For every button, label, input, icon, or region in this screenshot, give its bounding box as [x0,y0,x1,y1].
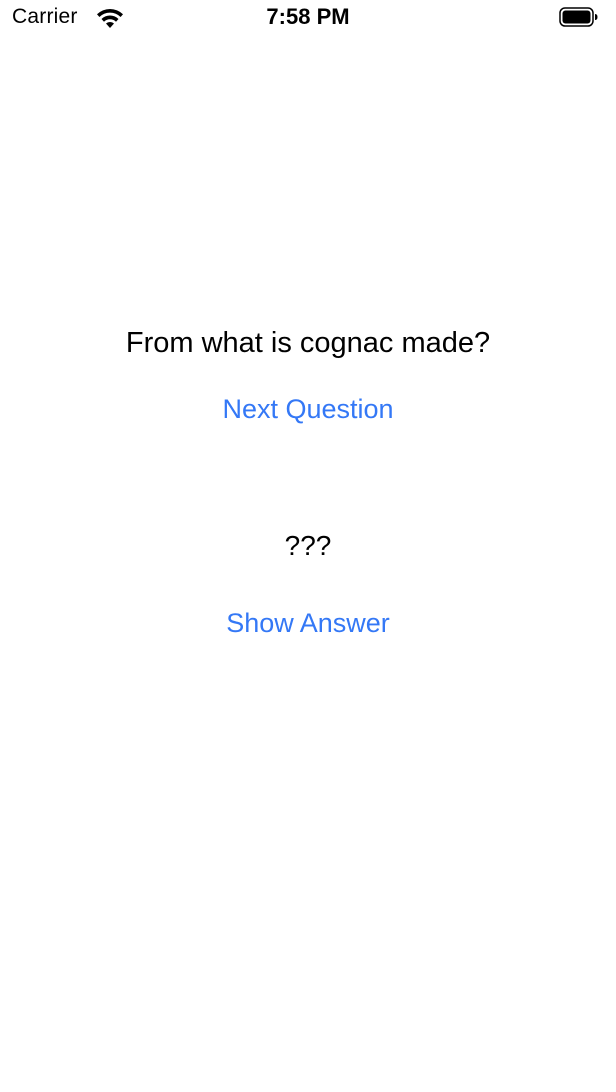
answer-text: ??? [284,530,332,561]
show-answer-button[interactable]: Show Answer [0,608,616,639]
battery-icon [559,6,599,28]
question-text: From what is cognac made? [125,327,491,359]
status-bar: Carrier 7:58 PM [0,0,616,40]
next-question-button[interactable]: Next Question [0,394,616,425]
status-time: 7:58 PM [266,4,350,29]
